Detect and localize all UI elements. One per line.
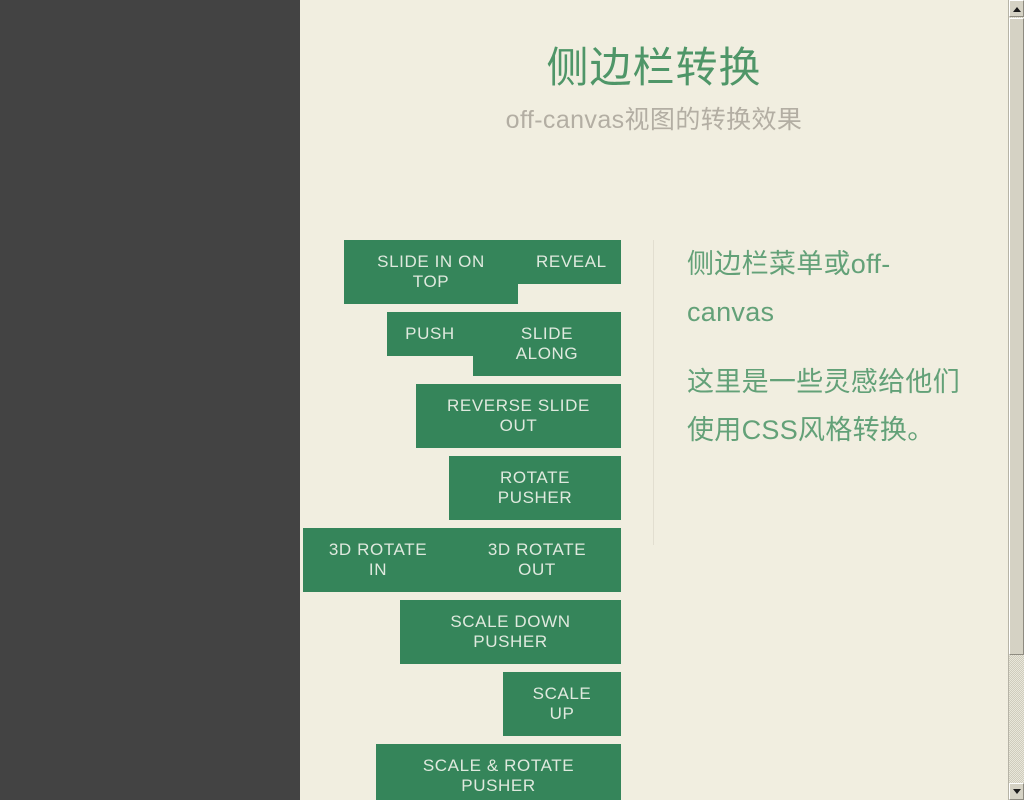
chevron-up-icon xyxy=(1012,6,1021,12)
transition-button-reverse-slide-out[interactable]: REVERSE SLIDE OUT xyxy=(416,384,621,448)
info-column: 侧边栏菜单或off-canvas 这里是一些灵感给他们使用CSS风格转换。 xyxy=(653,240,973,545)
scrollbar-thumb[interactable] xyxy=(1009,18,1024,655)
transition-button-slide-along[interactable]: SLIDE ALONG xyxy=(473,312,621,376)
scroll-up-button[interactable] xyxy=(1009,0,1024,17)
chevron-down-icon xyxy=(1012,788,1021,794)
scroll-down-button[interactable] xyxy=(1009,783,1024,800)
page-title: 侧边栏转换 xyxy=(546,44,762,91)
transition-button-reveal[interactable]: REVEAL xyxy=(518,240,621,284)
transition-button-rotate-pusher[interactable]: ROTATE PUSHER xyxy=(449,456,621,520)
page-header: 侧边栏转换 off-canvas视图的转换效果 xyxy=(300,0,1008,136)
page-subtitle: off-canvas视图的转换效果 xyxy=(505,106,803,135)
info-paragraph-2: 这里是一些灵感给他们使用CSS风格转换。 xyxy=(687,367,960,445)
transition-button-slide-in-on-top[interactable]: SLIDE IN ON TOP xyxy=(344,240,518,304)
offcanvas-sidebar-panel[interactable] xyxy=(0,0,300,800)
transition-button-scale-up[interactable]: SCALE UP xyxy=(503,672,621,736)
content-pusher: 侧边栏转换 off-canvas视图的转换效果 SLIDE IN ON TOP … xyxy=(300,0,1008,800)
transition-button-3d-rotate-in[interactable]: 3D ROTATE IN xyxy=(303,528,453,592)
transition-button-push[interactable]: PUSH xyxy=(387,312,473,356)
app-root: 侧边栏转换 off-canvas视图的转换效果 SLIDE IN ON TOP … xyxy=(0,0,1024,800)
transition-button-3d-rotate-out[interactable]: 3D ROTATE OUT xyxy=(453,528,621,592)
transition-button-scale-and-rotate-pusher[interactable]: SCALE & ROTATE PUSHER xyxy=(376,744,621,800)
info-paragraph-1: 侧边栏菜单或off-canvas xyxy=(687,249,891,327)
vertical-scrollbar[interactable] xyxy=(1008,0,1024,800)
transition-buttons-list: SLIDE IN ON TOP REVEAL PUSH SLIDE ALONG … xyxy=(300,240,621,800)
transition-button-scale-down-pusher[interactable]: SCALE DOWN PUSHER xyxy=(400,600,621,664)
